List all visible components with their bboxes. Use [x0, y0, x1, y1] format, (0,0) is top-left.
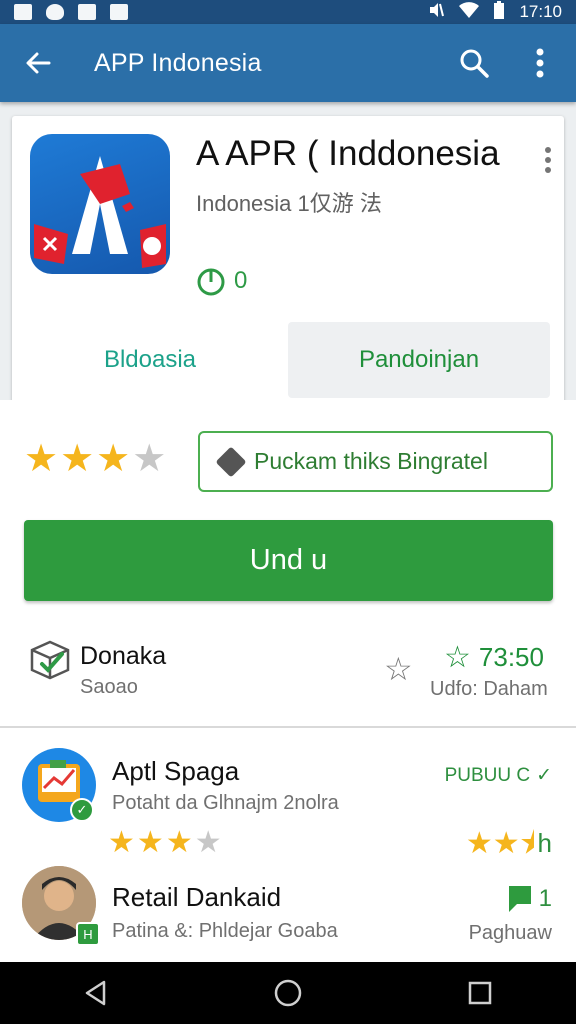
notification-chart-icon [14, 4, 32, 20]
wifi-icon [459, 1, 480, 23]
star-empty-icon: ★ [194, 826, 222, 859]
more-vert-icon [536, 48, 544, 78]
package-check-icon [30, 640, 70, 680]
notification-download-icon [110, 4, 128, 20]
chat-bookmark-icon [508, 886, 531, 912]
back-arrow-icon [26, 52, 51, 74]
status-notifications [14, 4, 128, 20]
list-item-right-stars-suffix: h [537, 828, 552, 858]
related-list: ✓ Aptl Spaga Potaht da Glhnajm 2nolra PU… [0, 728, 576, 962]
wishlist-star-icon[interactable]: ☆ [384, 650, 413, 688]
status-system: 17:10 [427, 0, 562, 24]
green-badge-icon: H [76, 922, 100, 946]
battery-icon [493, 0, 505, 24]
tab-bldoasia[interactable]: Bldoasia [12, 322, 288, 398]
tab-pandoinjan[interactable]: Pandoinjan [288, 322, 550, 398]
verified-badge-icon: ✓ [70, 798, 94, 822]
info-score: ☆ 73:50 [444, 640, 544, 675]
app-bar-title: APP Indonesia [94, 48, 262, 77]
list-item-tag-label: PUBUU C [444, 764, 531, 786]
content-rating: 0 [196, 266, 247, 296]
notification-shield-icon [46, 4, 64, 20]
app-developer: Indonesia 1仅游 法 [196, 191, 382, 216]
overflow-menu-button[interactable] [520, 43, 560, 83]
promo-button[interactable]: Puckam thiks Bingratel [198, 431, 553, 492]
notification-image-icon [78, 4, 96, 20]
nav-back-button[interactable] [76, 973, 116, 1013]
list-item-tag: PUBUU C ✓ [445, 764, 552, 787]
star-filled-icon: ★ [108, 826, 135, 859]
app-logo-icon[interactable] [30, 134, 170, 274]
tag-icon [215, 445, 247, 478]
tab-label: Pandoinjan [358, 346, 480, 373]
nav-home-button[interactable] [268, 973, 308, 1013]
info-title: Donaka [80, 642, 167, 670]
triangle-back-icon [85, 980, 106, 1006]
power-icon [197, 268, 225, 296]
star-empty-icon: ★ [132, 438, 167, 480]
tab-label: Bldoasia [103, 346, 197, 373]
app-bar: APP Indonesia [0, 24, 576, 102]
app-rating-stars: ★ ★ ★ ★ [24, 440, 166, 478]
star-outline-icon: ☆ [444, 641, 471, 674]
chevron-down-icon: ✓ [536, 765, 552, 786]
install-button-label: Und u [249, 544, 328, 576]
status-time: 17:10 [519, 2, 562, 21]
mute-icon [427, 1, 445, 24]
star-filled-icon: ★ [24, 438, 59, 480]
info-subtitle: Saoao [80, 676, 138, 698]
star-filled-icon: ★ [165, 826, 193, 859]
nav-recents-button[interactable] [460, 973, 500, 1013]
info-row: Donaka Saoao ☆ ☆ 73:50 Udfo: Daham [0, 626, 576, 726]
circle-home-icon [274, 979, 302, 1007]
list-item-count: 1 [507, 884, 552, 914]
list-item[interactable]: ✓ Aptl Spaga Potaht da Glhnajm 2nolra PU… [0, 748, 576, 868]
app-name: A APR ( Inddonesia [196, 134, 500, 173]
list-item-right-stars: ★★⯨ h [466, 828, 552, 859]
info-updated: Udfo: Daham [430, 678, 548, 700]
star-filled-icon: ★ [96, 438, 131, 480]
install-button[interactable]: Und u [24, 520, 553, 601]
back-button[interactable] [16, 41, 60, 85]
star-filled-icon: ★ [60, 438, 95, 480]
list-item-subtitle: Patina &: Phldejar Goaba [112, 920, 338, 942]
star-filled-icon: ★ [136, 826, 164, 859]
status-bar: 17:10 [0, 0, 576, 24]
search-button[interactable] [454, 43, 494, 83]
list-item-subtitle: Potaht da Glhnajm 2nolra [112, 792, 339, 814]
list-item[interactable]: H Retail Dankaid Patina &: Phldejar Goab… [0, 866, 576, 956]
app-overflow-button[interactable] [528, 140, 568, 180]
square-recents-icon [468, 981, 492, 1005]
list-item-title: Aptl Spaga [112, 756, 240, 786]
list-item-right-sub: Paghuaw [468, 922, 552, 944]
search-icon [460, 49, 489, 78]
app-header-card: A APR ( Inddonesia Indonesia 1仅游 法 0 Bld… [12, 116, 564, 406]
details-card: ★ ★ ★ ★ Puckam thiks Bingratel Und u Don… [0, 400, 576, 726]
info-score-value: 73:50 [478, 642, 544, 672]
list-item-title: Retail Dankaid [112, 882, 282, 912]
list-item-stars: ★ ★ ★ ★ [108, 828, 222, 858]
system-nav-bar [0, 962, 576, 1024]
promo-button-label: Puckam thiks Bingratel [254, 448, 488, 474]
more-vert-icon [545, 147, 551, 173]
content-rating-value: 0 [234, 267, 248, 294]
star-rating-icons: ★★⯨ [465, 826, 536, 860]
list-item-count-value: 1 [538, 885, 552, 912]
